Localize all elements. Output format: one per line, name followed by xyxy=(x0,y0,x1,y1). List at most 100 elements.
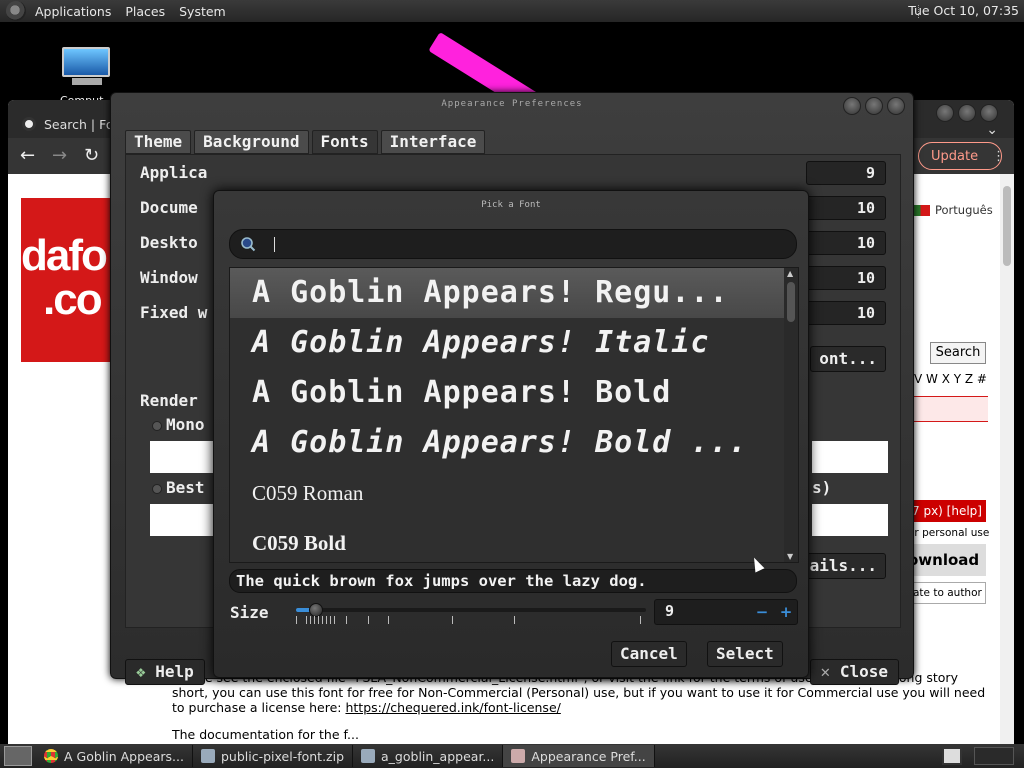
fixed-width-font-size[interactable]: 10 xyxy=(806,301,886,325)
slider-tick xyxy=(296,616,297,624)
font-list-scrollbar[interactable]: ▲ ▼ xyxy=(784,268,798,562)
increase-size-button[interactable]: + xyxy=(777,603,795,621)
slider-tick xyxy=(452,616,453,624)
chevron-down-icon[interactable]: ⌄ xyxy=(986,122,998,138)
mono-preview-left xyxy=(150,441,216,473)
mono-preview-right xyxy=(812,441,888,473)
forward-arrow-icon[interactable]: → xyxy=(52,145,67,166)
select-button[interactable]: Select xyxy=(707,641,783,667)
document-font-label: Docume xyxy=(140,198,198,217)
system-logo-icon[interactable] xyxy=(6,1,26,21)
prefs-maximize-button[interactable] xyxy=(865,97,883,115)
maximize-button[interactable] xyxy=(958,104,976,122)
prefs-close-window-button[interactable] xyxy=(887,97,905,115)
slider-tick xyxy=(368,616,369,624)
top-panel: Applications Places System Tue Oct 10, 0… xyxy=(0,0,1024,22)
update-label: Update xyxy=(931,148,979,164)
chrome-icon xyxy=(44,749,58,763)
prefs-window-controls xyxy=(843,97,905,115)
font-item-italic[interactable]: A Goblin Appears! Italic xyxy=(230,318,784,368)
slider-tick xyxy=(310,616,311,624)
prefs-minimize-button[interactable] xyxy=(843,97,861,115)
alphabet-nav[interactable]: V W X Y Z # xyxy=(914,372,987,386)
size-spinbutton[interactable]: 9 − + xyxy=(654,599,798,625)
size-slider-knob[interactable] xyxy=(309,603,323,617)
best-preview-right xyxy=(812,504,888,536)
dafont-logo[interactable]: dafo .co xyxy=(21,198,113,362)
workspace-switcher-1[interactable] xyxy=(942,747,962,765)
kebab-menu-icon[interactable]: ⋮ xyxy=(992,149,1005,164)
slider-tick xyxy=(326,616,327,624)
best-shapes-label[interactable]: Best xyxy=(166,478,205,497)
slider-tick xyxy=(388,616,389,624)
decrease-size-button[interactable]: − xyxy=(753,603,771,621)
tab-background[interactable]: Background xyxy=(194,130,309,154)
close-window-button[interactable] xyxy=(980,104,998,122)
font-item-bold-italic[interactable]: A Goblin Appears! Bold ... xyxy=(230,418,784,468)
task-archive-zip[interactable]: public-pixel-font.zip xyxy=(193,745,354,767)
menu-places[interactable]: Places xyxy=(118,4,172,19)
font-item-regular[interactable]: A Goblin Appears! Regu... xyxy=(230,268,784,318)
close-button[interactable]: ✕ Close xyxy=(809,659,899,685)
cancel-button[interactable]: Cancel xyxy=(611,641,687,667)
font-item-c059-roman[interactable]: C059 Roman xyxy=(230,468,784,518)
scroll-thumb[interactable] xyxy=(1003,186,1011,266)
site-search-button[interactable]: Search xyxy=(930,342,986,364)
workspace-switcher-2[interactable] xyxy=(974,747,1014,765)
font-item-c059-bold[interactable]: C059 Bold xyxy=(230,518,784,562)
slider-tick xyxy=(306,616,307,624)
mono-radio[interactable] xyxy=(152,421,162,431)
help-button[interactable]: ❖ Help xyxy=(125,659,205,685)
donate-button[interactable]: ate to author xyxy=(908,582,986,604)
archive-icon xyxy=(361,749,376,763)
task-label: A Goblin Appears... xyxy=(64,748,184,764)
menu-applications[interactable]: Applications xyxy=(28,4,118,19)
back-arrow-icon[interactable]: ← xyxy=(20,145,35,166)
desktop-font-size[interactable]: 10 xyxy=(806,231,886,255)
task-chrome[interactable]: A Goblin Appears... xyxy=(36,745,193,767)
application-font-size[interactable]: 9 xyxy=(806,161,886,185)
menu-system[interactable]: System xyxy=(172,4,233,19)
font-sample-preview: The quick brown fox jumps over the lazy … xyxy=(229,569,797,593)
mono-label[interactable]: Mono xyxy=(166,415,205,434)
tab-theme[interactable]: Theme xyxy=(125,130,192,154)
document-font-size[interactable]: 10 xyxy=(806,196,886,220)
download-button[interactable]: ownload xyxy=(908,544,986,576)
language-selector[interactable]: Português xyxy=(914,203,993,217)
show-desktop-button[interactable] xyxy=(4,746,32,766)
license-cut-text: The documentation for the f... xyxy=(172,727,359,742)
appearance-icon xyxy=(511,749,526,763)
computer-icon[interactable] xyxy=(62,47,112,87)
slider-tick xyxy=(346,616,347,624)
choose-font-button[interactable]: ont... xyxy=(810,346,886,372)
size-value[interactable]: 9 xyxy=(665,602,674,620)
reload-icon[interactable]: ↻ xyxy=(84,145,99,166)
best-shapes-radio[interactable] xyxy=(152,484,162,494)
size-slider[interactable] xyxy=(296,599,646,629)
help-label: Help xyxy=(155,662,194,681)
logo-text-1: dafo xyxy=(21,231,108,280)
page-scrollbar[interactable] xyxy=(1000,174,1014,744)
text-caret xyxy=(274,237,275,252)
scroll-down-icon[interactable]: ▼ xyxy=(787,552,793,561)
font-list[interactable]: A Goblin Appears! Regu... A Goblin Appea… xyxy=(229,267,799,563)
tab-interface[interactable]: Interface xyxy=(380,130,486,154)
flag-icon xyxy=(914,204,930,216)
minimize-button[interactable] xyxy=(936,104,954,122)
task-appearance[interactable]: Appearance Pref... xyxy=(503,745,655,767)
size-note[interactable]: 7 px) [help] xyxy=(908,500,986,522)
archive-icon xyxy=(200,749,215,763)
task-archive-folder[interactable]: a_goblin_appear... xyxy=(353,745,504,767)
tab-fonts[interactable]: Fonts xyxy=(311,130,378,154)
font-list-scroll-thumb[interactable] xyxy=(787,282,795,322)
clock[interactable]: Tue Oct 10, 07:35 xyxy=(908,3,1019,18)
update-button[interactable]: Update ⋮ xyxy=(918,142,1005,170)
browser-tab[interactable]: Search | Fo xyxy=(22,110,122,138)
font-item-bold[interactable]: A Goblin Appears! Bold xyxy=(230,368,784,418)
license-link[interactable]: https://chequered.ink/font-license/ xyxy=(345,700,560,715)
scroll-up-icon[interactable]: ▲ xyxy=(787,269,793,278)
font-search-input[interactable] xyxy=(229,229,797,259)
window-title-font-size[interactable]: 10 xyxy=(806,266,886,290)
language-label: Português xyxy=(935,203,993,217)
task-label: Appearance Pref... xyxy=(531,748,646,764)
